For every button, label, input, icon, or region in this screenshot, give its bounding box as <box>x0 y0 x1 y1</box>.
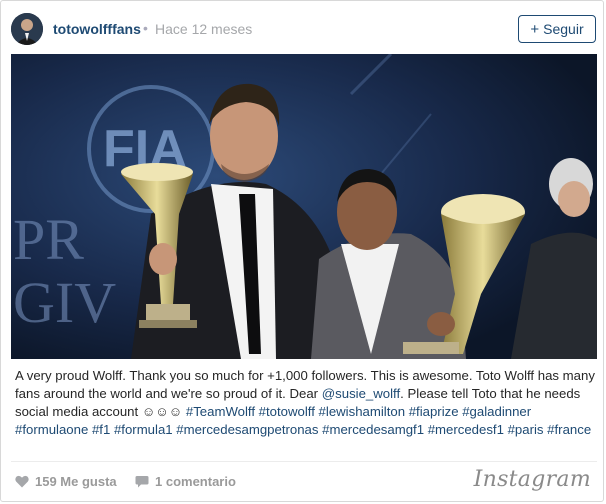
comments-label: 1 comentario <box>155 474 236 489</box>
separator-dot: • <box>143 20 148 36</box>
photo-illustration: FIA PR GIV 2 <box>11 54 597 359</box>
comments-count[interactable]: 1 comentario <box>135 474 236 489</box>
bg-text-giv: GIV <box>13 270 116 335</box>
username-link[interactable]: totowolfffans <box>53 21 141 37</box>
post-footer: 159 Me gusta 1 comentario Instagram <box>11 461 597 501</box>
avatar[interactable] <box>11 13 43 45</box>
post-timestamp[interactable]: Hace 12 meses <box>155 21 252 37</box>
plus-icon: + <box>530 20 540 38</box>
likes-count[interactable]: 159 Me gusta <box>15 474 117 489</box>
post-caption: A very proud Wolff. Thank you so much fo… <box>15 367 597 439</box>
comment-icon <box>135 476 149 488</box>
likes-label: 159 Me gusta <box>35 474 117 489</box>
bg-text-pr: PR <box>13 207 84 272</box>
follow-button-label: Seguir <box>543 21 584 37</box>
post-photo[interactable]: FIA PR GIV 2 <box>11 54 597 359</box>
instagram-post-card: totowolfffans • Hace 12 meses + Seguir F… <box>0 0 604 502</box>
heart-icon <box>15 475 29 488</box>
mention-link[interactable]: @susie_wolff <box>322 386 400 401</box>
avatar-image <box>11 13 43 45</box>
instagram-logo[interactable]: Instagram <box>474 467 591 492</box>
post-header: totowolfffans • Hace 12 meses + Seguir <box>1 1 603 53</box>
follow-button[interactable]: + Seguir <box>518 15 596 43</box>
